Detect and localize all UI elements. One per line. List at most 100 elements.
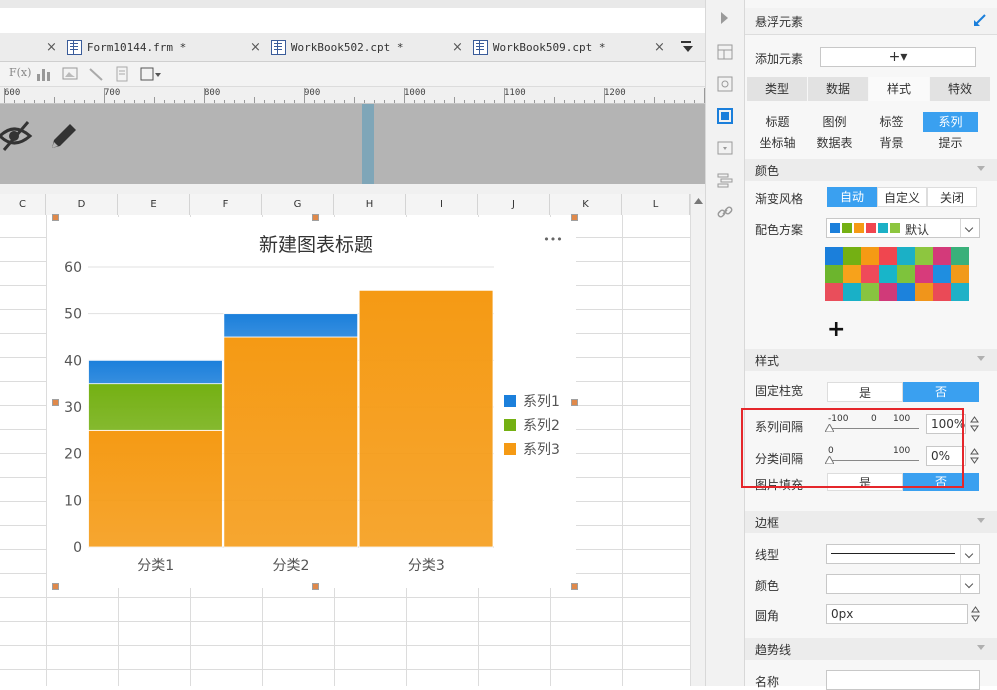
fixed-width-no[interactable]: 否 xyxy=(903,382,979,402)
radius-input[interactable]: 0px xyxy=(826,604,968,624)
resize-handle[interactable] xyxy=(52,214,59,221)
border-section-header[interactable]: 边框 xyxy=(745,511,997,533)
close-icon[interactable]: × xyxy=(46,40,57,55)
gradient-custom-button[interactable]: 自定义 xyxy=(877,187,927,207)
document-icon[interactable] xyxy=(114,66,130,82)
palette-swatch[interactable] xyxy=(897,247,915,265)
column-header-cell[interactable]: C xyxy=(0,194,46,215)
tab-style[interactable]: 样式 xyxy=(869,77,929,101)
chevron-down-icon[interactable] xyxy=(960,575,979,593)
column-header-cell[interactable]: I xyxy=(406,194,478,215)
condition-attr-icon[interactable] xyxy=(717,172,733,188)
palette-swatch[interactable] xyxy=(843,283,861,301)
hidden-eye-icon[interactable] xyxy=(0,120,34,152)
chevron-down-icon[interactable] xyxy=(960,219,979,237)
scroll-up-icon[interactable] xyxy=(694,198,703,204)
resize-handle[interactable] xyxy=(571,399,578,406)
subtab-background[interactable]: 背景 xyxy=(864,133,919,153)
column-header-cell[interactable]: J xyxy=(478,194,550,215)
palette-swatch[interactable] xyxy=(861,283,879,301)
palette-swatch[interactable] xyxy=(897,265,915,283)
palette-swatch[interactable] xyxy=(843,265,861,283)
resize-handle[interactable] xyxy=(571,214,578,221)
palette-swatch[interactable] xyxy=(915,265,933,283)
palette-swatch[interactable] xyxy=(915,247,933,265)
palette-swatch[interactable] xyxy=(861,265,879,283)
form-canvas[interactable] xyxy=(0,104,705,184)
color-section-header[interactable]: 颜色 xyxy=(745,159,997,181)
color-palette[interactable] xyxy=(825,247,971,321)
bar-chart-icon[interactable] xyxy=(36,66,52,82)
formula-icon[interactable]: F(x) xyxy=(9,66,31,82)
fixed-width-yes[interactable]: 是 xyxy=(827,382,903,402)
palette-swatch[interactable] xyxy=(843,247,861,265)
subtab-axis[interactable]: 坐标轴 xyxy=(750,133,805,153)
tab-data[interactable]: 数据 xyxy=(808,77,868,101)
image-icon[interactable] xyxy=(62,66,78,82)
palette-swatch[interactable] xyxy=(933,283,951,301)
palette-swatch[interactable] xyxy=(879,265,897,283)
close-icon[interactable]: × xyxy=(654,40,665,55)
column-header-cell[interactable]: E xyxy=(118,194,190,215)
palette-swatch[interactable] xyxy=(933,265,951,283)
cell-element-icon[interactable] xyxy=(717,108,733,124)
pin-arrow-icon[interactable] xyxy=(973,14,986,27)
tab-form10144[interactable]: × Form10144.frm * xyxy=(46,33,186,61)
palette-swatch[interactable] xyxy=(951,265,969,283)
subtab-label[interactable]: 标签 xyxy=(864,112,919,132)
vertical-scrollbar[interactable] xyxy=(690,194,706,686)
palette-swatch[interactable] xyxy=(825,283,843,301)
collapse-arrow-icon[interactable] xyxy=(721,12,729,28)
resize-handle[interactable] xyxy=(312,583,319,590)
category-gap-stepper[interactable] xyxy=(970,446,979,466)
palette-swatch[interactable] xyxy=(897,283,915,301)
tab-close-last[interactable]: × xyxy=(654,33,675,61)
chart-widget[interactable]: 新建图表标题 ••• 0 10 20 30 40 50 60 分类1 分类2 分类3 系列1 系列2 系列3 xyxy=(47,217,576,588)
widget-settings-icon[interactable] xyxy=(717,76,733,92)
subtab-title[interactable]: 标题 xyxy=(750,112,805,132)
subtab-legend[interactable]: 图例 xyxy=(807,112,862,132)
palette-swatch[interactable] xyxy=(879,283,897,301)
chevron-down-icon[interactable] xyxy=(960,545,979,563)
close-icon[interactable]: × xyxy=(452,40,463,55)
resize-handle[interactable] xyxy=(52,399,59,406)
palette-swatch[interactable] xyxy=(951,283,969,301)
resize-handle[interactable] xyxy=(312,214,319,221)
palette-swatch[interactable] xyxy=(861,247,879,265)
column-header-cell[interactable]: D xyxy=(46,194,118,215)
column-header-cell[interactable]: H xyxy=(334,194,406,215)
tab-type[interactable]: 类型 xyxy=(747,77,807,101)
close-icon[interactable]: × xyxy=(250,40,261,55)
palette-swatch[interactable] xyxy=(825,265,843,283)
palette-swatch[interactable] xyxy=(933,247,951,265)
gradient-off-button[interactable]: 关闭 xyxy=(927,187,977,207)
tab-effect[interactable]: 特效 xyxy=(930,77,990,101)
resize-handle[interactable] xyxy=(571,583,578,590)
style-section-header[interactable]: 样式 xyxy=(745,349,997,371)
tab-list-icon[interactable] xyxy=(681,41,695,53)
palette-swatch[interactable] xyxy=(915,283,933,301)
layout-icon[interactable] xyxy=(717,44,733,60)
trendline-section-header[interactable]: 趋势线 xyxy=(745,638,997,660)
column-header-cell[interactable]: L xyxy=(622,194,690,215)
tab-workbook509[interactable]: × WorkBook509.cpt * xyxy=(452,33,606,61)
line-type-select[interactable] xyxy=(826,544,980,564)
gradient-auto-button[interactable]: 自动 xyxy=(827,187,877,207)
subtab-tooltip[interactable]: 提示 xyxy=(923,133,978,153)
column-header-cell[interactable]: G xyxy=(262,194,334,215)
pencil-icon[interactable] xyxy=(48,120,80,152)
add-element-button[interactable]: +▾ xyxy=(820,47,976,67)
border-icon[interactable] xyxy=(140,66,162,82)
add-color-icon[interactable]: + xyxy=(827,319,845,341)
palette-swatch[interactable] xyxy=(825,247,843,265)
hyperlink-icon[interactable] xyxy=(717,204,733,220)
subtab-series[interactable]: 系列 xyxy=(923,112,978,132)
palette-swatch[interactable] xyxy=(879,247,897,265)
series-gap-stepper[interactable] xyxy=(970,414,979,434)
slash-icon[interactable] xyxy=(88,66,104,82)
column-header-cell[interactable]: F xyxy=(190,194,262,215)
color-scheme-select[interactable]: 默认 xyxy=(826,218,980,238)
column-header-cell[interactable]: K xyxy=(550,194,622,215)
subtab-datasheet[interactable]: 数据表 xyxy=(807,133,862,153)
border-color-select[interactable] xyxy=(826,574,980,594)
